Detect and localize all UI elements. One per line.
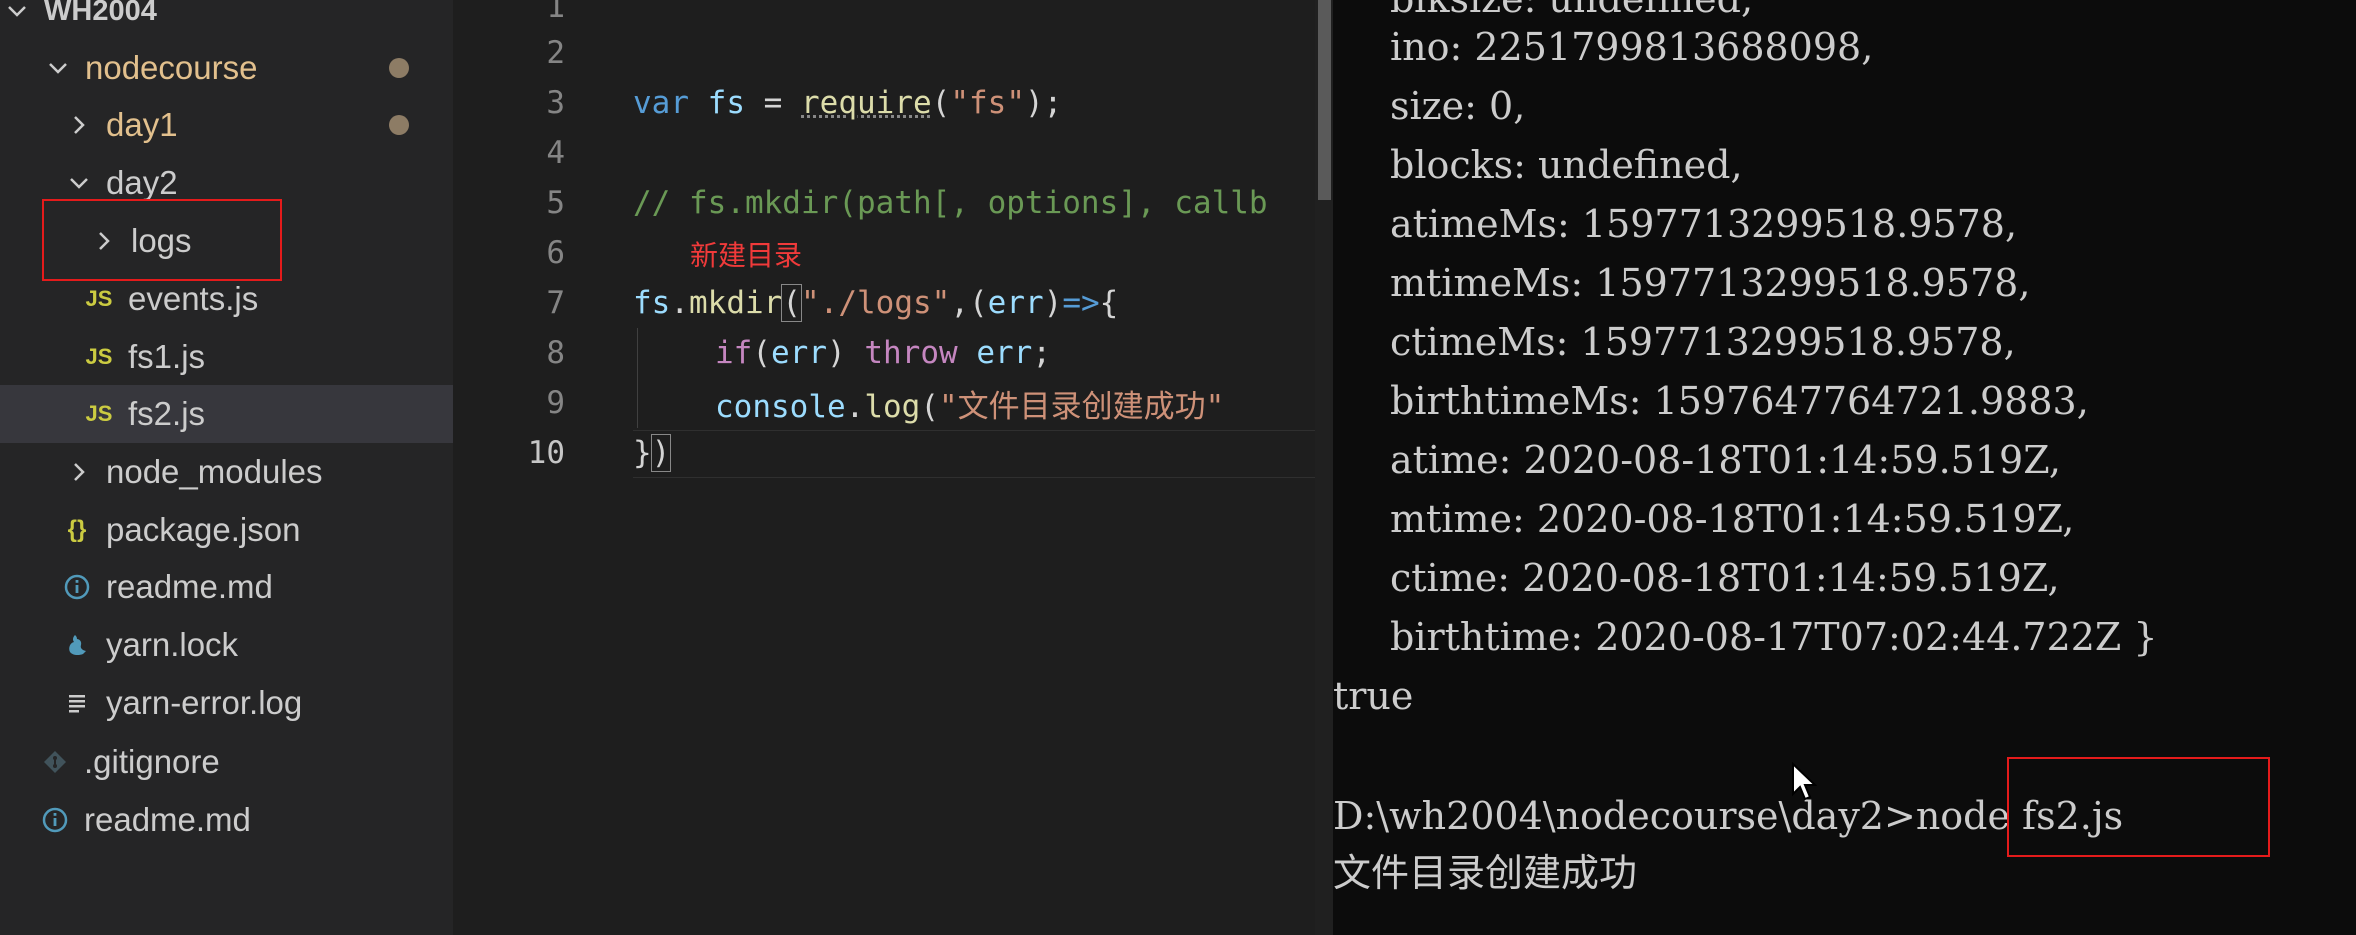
code-line-8: 8 if(err) throw err; [453, 328, 1315, 378]
terminal-line: ctimeMs: 1597713299518.9578, [1390, 320, 2016, 364]
explorer-sidebar: WH2004 nodecourse day1 day2 logs JS even… [0, 0, 453, 935]
tree-item-yarn-error-log[interactable]: yarn-error.log [0, 674, 453, 732]
terminal-line: ctime: 2020-08-18T01:14:59.519Z, [1390, 556, 2060, 600]
tree-item-label: node_modules [106, 453, 323, 490]
line-number: 1 [546, 0, 565, 25]
terminal-line: birthtimeMs: 1597647764721.9883, [1390, 379, 2089, 423]
code-line-5: 5 // fs.mkdir(path[, options], callb [453, 178, 1315, 228]
highlight-box-command [2007, 757, 2270, 857]
terminal-line: birthtime: 2020-08-17T07:02:44.722Z } [1390, 615, 2158, 659]
tree-item-yarn-lock[interactable]: yarn.lock [0, 616, 453, 674]
js-file-icon: JS [85, 401, 113, 426]
info-icon [40, 807, 70, 833]
chevron-right-icon [68, 114, 90, 136]
terminal-line: mtimeMs: 1597713299518.9578, [1390, 261, 2031, 305]
code-line-10: 10 }) [453, 428, 1315, 478]
code-line-6: 6 [453, 228, 1315, 278]
terminal-result: true [1333, 674, 1414, 718]
tree-item-label: day1 [106, 106, 178, 143]
yarn-icon [62, 632, 92, 658]
tree-item-package-json[interactable]: {} package.json [0, 501, 453, 559]
code-line-7: 7 fs.mkdir("./logs",(err)=>{ [453, 278, 1315, 328]
chevron-down-icon [68, 172, 90, 194]
code-comment: // fs.mkdir(path[, options], callb [633, 185, 1268, 221]
terminal-output: 文件目录创建成功 [1333, 851, 1638, 895]
json-file-icon: {} [67, 516, 87, 543]
tree-item-label: day2 [106, 164, 178, 201]
chevron-down-icon [47, 57, 69, 79]
line-number: 10 [527, 435, 565, 471]
js-file-icon: JS [85, 286, 113, 311]
tree-item-label: fs2.js [128, 395, 206, 432]
tree-item-label: yarn-error.log [106, 684, 303, 721]
code-line-9: 9 console.log("文件目录创建成功" [453, 378, 1315, 428]
tree-item-readme-md-root[interactable]: readme.md [0, 791, 453, 849]
line-number: 2 [546, 35, 565, 71]
tree-item-node-modules[interactable]: node_modules [0, 443, 453, 501]
line-number: 9 [546, 385, 565, 421]
tree-item-nodecourse[interactable]: nodecourse [0, 39, 453, 97]
terminal-prompt: D:\wh2004\nodecourse\day2> [1333, 794, 1916, 838]
chevron-down-icon [6, 0, 28, 22]
tree-item-label: .gitignore [84, 743, 220, 780]
modified-indicator [389, 58, 409, 78]
code-text: console.log("文件目录创建成功" [715, 388, 1225, 425]
tree-item-day1[interactable]: day1 [0, 96, 453, 154]
tree-item-label: fs1.js [128, 338, 206, 375]
tree-item-label: yarn.lock [106, 626, 239, 663]
annotation-text: 新建目录 [690, 239, 803, 272]
info-icon [62, 574, 92, 600]
modified-indicator [389, 115, 409, 135]
terminal-line: blocks: undefined, [1390, 143, 1743, 187]
tree-root-wh2004[interactable]: WH2004 [0, 0, 453, 40]
line-number: 8 [546, 335, 565, 371]
terminal-prompt-line: D:\wh2004\nodecourse\day2>node fs2.js [1333, 787, 2123, 845]
tree-item-readme-md[interactable]: readme.md [0, 558, 453, 616]
terminal-line: mtime: 2020-08-18T01:14:59.519Z, [1390, 497, 2075, 541]
line-number: 3 [546, 85, 565, 121]
code-text: if(err) throw err; [715, 335, 1051, 371]
tree-item-fs1-js[interactable]: JS fs1.js [0, 328, 453, 386]
terminal-line: ino: 2251799813688098, [1390, 25, 1874, 69]
highlight-box-logs [42, 199, 282, 281]
terminal-line: atime: 2020-08-18T01:14:59.519Z, [1390, 438, 2062, 482]
tree-item-label: events.js [128, 280, 259, 317]
chevron-right-icon [68, 461, 90, 483]
tree-item-label: readme.md [106, 568, 273, 605]
code-editor[interactable]: 1 2 3 var fs = require("fs"); 4 5 // fs.… [453, 0, 1315, 935]
line-number: 4 [546, 135, 565, 171]
tree-item-label: nodecourse [85, 49, 258, 86]
tree-item-label: WH2004 [44, 0, 157, 27]
terminal-panel[interactable]: blksize: undefined, ino: 225179981368809… [1333, 0, 2356, 935]
line-number: 5 [546, 185, 565, 221]
code-line-2: 2 [453, 28, 1315, 78]
tree-item-gitignore[interactable]: .gitignore [0, 733, 453, 791]
code-text: }) [633, 434, 672, 472]
git-icon [40, 750, 70, 774]
tree-item-label: readme.md [84, 801, 251, 838]
code-line-4: 4 [453, 128, 1315, 178]
tree-item-fs2-js[interactable]: JS fs2.js [0, 385, 453, 443]
terminal-line: size: 0, [1390, 84, 1526, 128]
log-file-icon [62, 692, 92, 714]
js-file-icon: JS [85, 344, 113, 369]
code-text: var fs = require("fs"); [633, 85, 1063, 121]
terminal-line: atimeMs: 1597713299518.9578, [1390, 202, 2018, 246]
tree-item-label: package.json [106, 511, 301, 548]
editor-scrollbar-thumb[interactable] [1318, 0, 1331, 200]
mouse-pointer-icon [1791, 761, 1818, 808]
line-number: 7 [546, 285, 565, 321]
code-line-3: 3 var fs = require("fs"); [453, 78, 1315, 128]
code-text: fs.mkdir("./logs",(err)=>{ [633, 284, 1119, 322]
line-number: 6 [546, 235, 565, 271]
